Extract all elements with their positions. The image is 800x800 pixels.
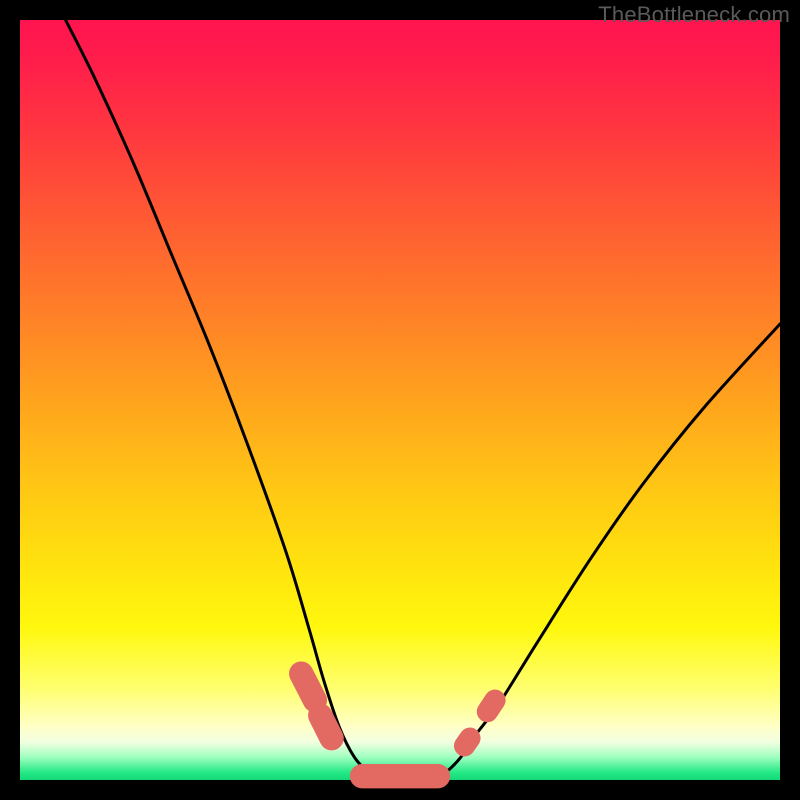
left-capsule-upper — [301, 674, 315, 701]
right-dot-lower — [465, 738, 470, 746]
chart-frame: TheBottleneck.com — [0, 0, 800, 800]
left-capsule-lower — [320, 715, 331, 738]
bottleneck-curve — [66, 20, 780, 781]
marker-layer — [301, 674, 495, 777]
right-dot-upper — [487, 700, 495, 711]
curve-layer — [66, 20, 780, 781]
chart-svg — [20, 20, 780, 780]
plot-area — [20, 20, 780, 780]
watermark-text: TheBottleneck.com — [598, 2, 790, 28]
